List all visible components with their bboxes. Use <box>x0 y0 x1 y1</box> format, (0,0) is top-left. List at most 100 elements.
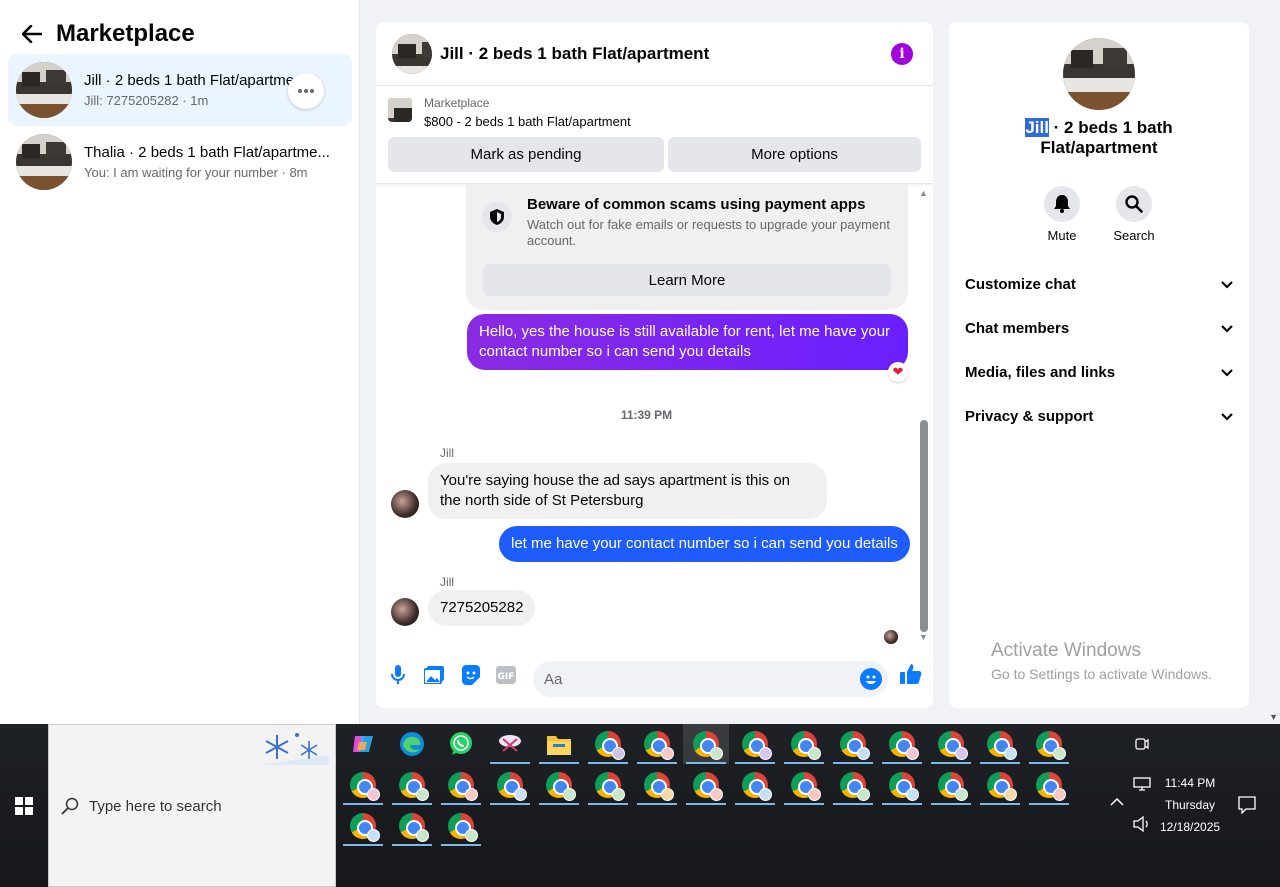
message-scrollbar[interactable]: ▲ ▼ <box>919 186 929 642</box>
taskbar-chrome-profile-icon[interactable] <box>634 724 680 764</box>
chrome-icon <box>1036 731 1066 760</box>
more-options-button[interactable]: More options <box>668 137 921 172</box>
search-icon <box>1116 186 1152 222</box>
taskbar-chrome-profile-icon[interactable] <box>389 765 435 805</box>
photo-gallery-icon[interactable] <box>423 664 445 686</box>
message-timestamp: 11:39 PM <box>620 408 673 422</box>
taskbar-search-box[interactable]: Type here to search <box>48 724 336 887</box>
thumbs-up-icon[interactable] <box>899 662 923 686</box>
snowflake-icon[interactable] <box>259 729 329 765</box>
windows-start-icon[interactable] <box>0 724 48 887</box>
taskbar-chrome-profile-icon[interactable] <box>928 724 974 764</box>
conversation-item-jill[interactable]: Jill · 2 beds 1 bath Flat/apartment Jill… <box>8 54 352 126</box>
taskbar-chrome-profile-icon[interactable] <box>879 724 925 764</box>
chrome-icon <box>791 731 821 760</box>
listing-banner: Marketplace $800 - 2 beds 1 bath Flat/ap… <box>376 86 933 184</box>
profile-badge-icon <box>465 829 478 842</box>
sender-avatar[interactable] <box>391 490 419 518</box>
taskbar-chrome-profile-icon[interactable] <box>1026 724 1072 764</box>
sender-name: Jill <box>440 446 454 460</box>
show-hidden-icons-chevron-icon[interactable] <box>1110 796 1124 810</box>
page-scrollbar[interactable]: ▼ <box>1268 0 1280 724</box>
taskbar-chrome-profile-icon[interactable] <box>732 765 778 805</box>
gif-icon[interactable]: GIF <box>495 664 517 686</box>
learn-more-button[interactable]: Learn More <box>483 264 891 296</box>
mute-button[interactable]: Mute <box>1032 186 1092 243</box>
scrollbar-thumb[interactable] <box>920 420 928 632</box>
chrome-icon <box>840 731 870 760</box>
taskbar-chrome-profile-icon[interactable] <box>879 765 925 805</box>
taskbar-chrome-profile-icon[interactable] <box>683 724 729 764</box>
taskbar-chrome-profile-icon[interactable] <box>536 765 582 805</box>
taskbar-chrome-profile-icon[interactable] <box>781 724 827 764</box>
taskbar-copilot-icon[interactable] <box>340 724 386 764</box>
back-arrow-icon[interactable] <box>18 20 46 48</box>
chat-avatar[interactable] <box>392 33 432 74</box>
message-input[interactable]: Aa <box>533 661 888 697</box>
notifications-icon[interactable] <box>1238 796 1256 817</box>
conversation-list-panel: Marketplace Jill · 2 beds 1 bath Flat/ap… <box>0 0 360 724</box>
taskbar-chrome-profile-icon[interactable] <box>732 724 778 764</box>
taskbar-chrome-profile-icon[interactable] <box>585 724 631 764</box>
section-customize-chat[interactable]: Customize chat <box>965 262 1233 306</box>
taskbar-chrome-profile-icon[interactable] <box>389 806 435 846</box>
outgoing-message[interactable]: let me have your contact number so i can… <box>499 526 910 562</box>
outgoing-message[interactable]: Hello, yes the house is still available … <box>467 314 908 370</box>
message-composer: GIF Aa <box>376 644 933 708</box>
microphone-icon[interactable] <box>387 664 409 686</box>
chrome-icon <box>595 731 625 760</box>
scroll-down-icon[interactable]: ▼ <box>919 632 928 642</box>
heart-reaction-icon[interactable]: ❤ <box>888 362 908 382</box>
chat-title[interactable]: Jill · 2 beds 1 bath Flat/apartment <box>440 44 709 64</box>
taskbar-chrome-profile-icon[interactable] <box>928 765 974 805</box>
sender-avatar[interactable] <box>391 598 419 626</box>
taskbar-chrome-profile-icon[interactable] <box>340 765 386 805</box>
taskbar-edge-icon[interactable] <box>389 724 435 764</box>
taskbar-chrome-profile-icon[interactable] <box>977 765 1023 805</box>
search-button[interactable]: Search <box>1104 186 1164 243</box>
taskbar-snipping-tool-icon[interactable] <box>487 724 533 764</box>
conversation-title: Thalia · 2 beds 1 bath Flat/apartme... <box>84 144 330 161</box>
taskbar-chrome-profile-icon[interactable] <box>977 724 1023 764</box>
taskbar-chrome-profile-icon[interactable] <box>683 765 729 805</box>
incoming-message[interactable]: You're saying house the ad says apartmen… <box>428 463 827 519</box>
volume-icon[interactable] <box>1133 815 1151 835</box>
info-icon[interactable]: i <box>891 43 913 65</box>
more-options-icon[interactable] <box>288 73 324 109</box>
section-media-files-links[interactable]: Media, files and links <box>965 350 1233 394</box>
network-icon[interactable] <box>1133 777 1151 794</box>
scroll-down-icon[interactable]: ▼ <box>1269 712 1278 722</box>
taskbar-chrome-profile-icon[interactable] <box>585 765 631 805</box>
sticker-icon[interactable] <box>459 664 481 686</box>
taskbar-chrome-profile-icon[interactable] <box>781 765 827 805</box>
taskbar-whatsapp-icon[interactable] <box>438 724 484 764</box>
chrome-icon <box>693 731 723 760</box>
taskbar-chrome-profile-icon[interactable] <box>487 765 533 805</box>
section-chat-members[interactable]: Chat members <box>965 306 1233 350</box>
taskbar-chrome-profile-icon[interactable] <box>438 806 484 846</box>
taskbar-chrome-profile-icon[interactable] <box>438 765 484 805</box>
taskbar-file-explorer-icon[interactable] <box>536 724 582 764</box>
listing-thumbnail[interactable] <box>388 98 412 122</box>
meet-now-icon[interactable] <box>1134 736 1150 755</box>
taskbar-chrome-profile-icon[interactable] <box>340 806 386 846</box>
profile-badge-icon <box>563 788 576 801</box>
profile-badge-icon <box>955 747 968 760</box>
conversation-item-thalia[interactable]: Thalia · 2 beds 1 bath Flat/apartme... Y… <box>8 126 352 198</box>
taskbar-chrome-profile-icon[interactable] <box>634 765 680 805</box>
section-privacy-support[interactable]: Privacy & support <box>965 394 1233 438</box>
clock[interactable]: 11:44 PM Thursday 12/18/2025 <box>1160 776 1220 834</box>
scroll-up-icon[interactable]: ▲ <box>919 188 928 198</box>
listing-title[interactable]: $800 - 2 beds 1 bath Flat/apartment <box>424 114 631 129</box>
chrome-icon <box>987 772 1017 801</box>
profile-avatar[interactable] <box>1063 38 1135 110</box>
taskbar-chrome-profile-icon[interactable] <box>830 724 876 764</box>
section-label: Chat members <box>965 319 1070 337</box>
incoming-message[interactable]: 7275205282 <box>428 590 536 626</box>
profile-badge-icon <box>759 788 772 801</box>
taskbar-chrome-profile-icon[interactable] <box>830 765 876 805</box>
mark-as-pending-button[interactable]: Mark as pending <box>388 137 664 172</box>
emoji-icon[interactable] <box>860 668 882 690</box>
taskbar-chrome-profile-icon[interactable] <box>1026 765 1072 805</box>
chrome-icon <box>1036 772 1066 801</box>
